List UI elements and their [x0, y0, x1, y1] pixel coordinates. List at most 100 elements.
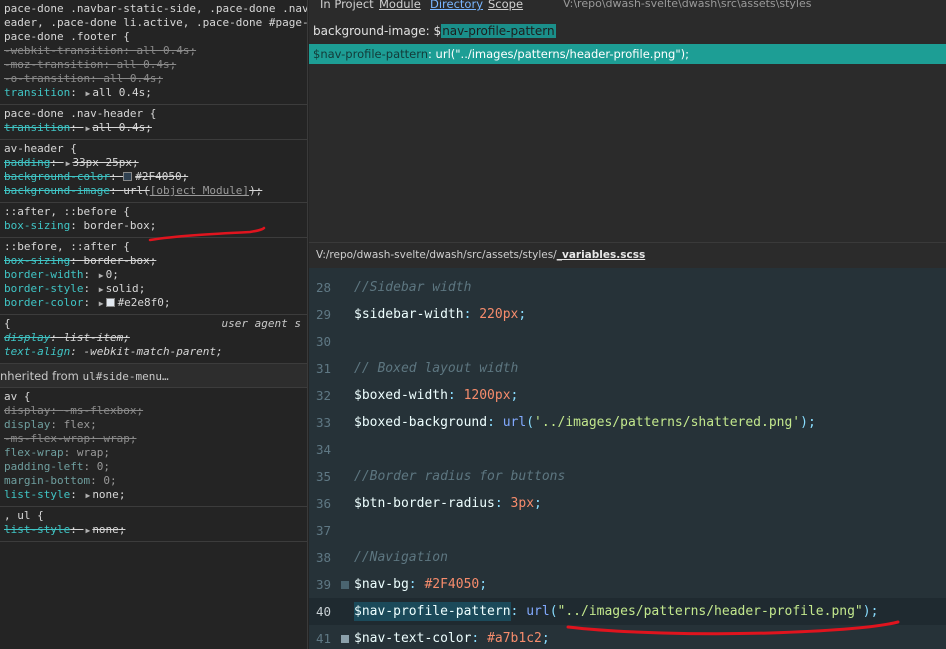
colon: :	[83, 460, 97, 473]
css-declaration[interactable]: list-style: ▶ none;	[0, 488, 307, 502]
code-line[interactable]: 32 $boxed-width: 1200px;	[309, 382, 946, 409]
search-result-row[interactable]: $nav-profile-pattern: url("../images/pat…	[309, 44, 946, 64]
code-editor[interactable]: 28 //Sidebar width 29 $sidebar-width: 220px…	[309, 268, 946, 649]
expand-arrow-icon[interactable]: ▶	[83, 124, 92, 133]
search-input[interactable]: background-image: $nav-profile-pattern	[313, 22, 556, 40]
property-name: list-style	[4, 488, 71, 501]
colon: :	[70, 523, 84, 536]
code-line[interactable]: 33 $boxed-background: url('../images/patt…	[309, 409, 946, 436]
css-declaration[interactable]: display: flex;	[0, 418, 307, 432]
property-value: wrap	[103, 432, 130, 445]
css-declaration[interactable]: text-align: -webkit-match-parent;	[0, 345, 307, 359]
code-token: $nav-text-color	[354, 631, 472, 646]
semicolon: ;	[112, 268, 119, 281]
rule-selector[interactable]: eader, .pace-done li.active, .pace-done …	[0, 16, 307, 30]
property-name: background-color	[4, 170, 110, 183]
rule-selector[interactable]: pace-done .footer {	[0, 30, 307, 44]
code-line[interactable]: 36 $btn-border-radius: 3px;	[309, 490, 946, 517]
code-line[interactable]: 41 $nav-text-color: #a7b1c2;	[309, 625, 946, 649]
colon: :	[83, 296, 97, 309]
property-name: display	[4, 418, 51, 431]
css-declaration[interactable]: -webkit-transition: all 0.4s;	[0, 44, 307, 58]
colon: :	[123, 44, 137, 57]
code-line[interactable]: 30	[309, 328, 946, 355]
css-declaration[interactable]: display: -ms-flexbox;	[0, 404, 307, 418]
semicolon: ;	[149, 219, 157, 232]
code-line[interactable]: 40 $nav-profile-pattern: url("../images/p…	[309, 598, 946, 625]
code-content: $boxed-background: url('../images/patter…	[354, 409, 816, 436]
css-rule: pace-done .navbar-static-side, .pace-don…	[0, 0, 307, 105]
expand-arrow-icon[interactable]: ▶	[83, 526, 92, 535]
rule-selector[interactable]: ::before, ::after {	[0, 240, 307, 254]
css-declaration[interactable]: box-sizing: border-box;	[0, 219, 307, 233]
color-preview-icon[interactable]	[341, 581, 349, 589]
rule-selector[interactable]: ::after, ::before {	[0, 205, 307, 219]
css-declaration[interactable]: transition: ▶ all 0.4s;	[0, 86, 307, 100]
code-line[interactable]: 34	[309, 436, 946, 463]
expand-arrow-icon[interactable]: ▶	[83, 491, 92, 500]
url-value-link[interactable]: [object Module]	[150, 184, 249, 197]
code-token: // Boxed layout width	[354, 361, 519, 376]
colon: :	[90, 474, 104, 487]
colon: :	[103, 58, 117, 71]
css-declaration[interactable]: -o-transition: all 0.4s;	[0, 72, 307, 86]
code-line[interactable]: 39 $nav-bg: #2F4050;	[309, 571, 946, 598]
tab-in-project[interactable]: In Project	[320, 0, 374, 11]
color-preview-icon[interactable]	[341, 635, 349, 643]
css-declaration[interactable]: -ms-flex-wrap: wrap;	[0, 432, 307, 446]
css-declaration[interactable]: border-color: ▶ #e2e8f0;	[0, 296, 307, 310]
tab-scope[interactable]: Scope	[488, 0, 523, 11]
code-line[interactable]: 31 // Boxed layout width	[309, 355, 946, 382]
colon: :	[83, 282, 97, 295]
css-declaration[interactable]: box-sizing: border-box;	[0, 254, 307, 268]
css-declaration[interactable]: display: list-item;	[0, 331, 307, 345]
color-swatch-icon[interactable]	[105, 298, 115, 307]
rule-selector[interactable]: av-header {	[0, 142, 307, 156]
code-token: $boxed-background	[354, 415, 488, 430]
css-declaration[interactable]: flex-wrap: wrap;	[0, 446, 307, 460]
color-swatch-icon[interactable]	[123, 172, 133, 181]
css-declaration[interactable]: border-style: ▶ solid;	[0, 282, 307, 296]
semicolon: ;	[136, 404, 144, 417]
tab-directory[interactable]: Directory	[430, 0, 483, 11]
rule-selector[interactable]: {user agent s	[0, 317, 307, 331]
code-token: :	[408, 577, 425, 592]
code-content: //Border radius for buttons	[354, 463, 565, 490]
semicolon: ;	[149, 254, 157, 267]
line-number: 41	[315, 631, 331, 646]
tab-module[interactable]: Module	[379, 0, 421, 11]
css-declaration[interactable]: padding: ▶ 33px 25px;	[0, 156, 307, 170]
code-line[interactable]: 38 //Navigation	[309, 544, 946, 571]
rule-selector[interactable]: av {	[0, 390, 307, 404]
rule-selector[interactable]: , ul {	[0, 509, 307, 523]
css-declaration[interactable]: list-style: ▶ none;	[0, 523, 307, 537]
css-declaration[interactable]: background-color: #2F4050;	[0, 170, 307, 184]
css-declaration[interactable]: margin-bottom: 0;	[0, 474, 307, 488]
css-declaration[interactable]: background-image: url([object Module]);	[0, 184, 307, 198]
expand-arrow-icon[interactable]: ▶	[97, 285, 106, 294]
rule-selector[interactable]: pace-done .navbar-static-side, .pace-don…	[0, 2, 307, 16]
css-declaration[interactable]: -moz-transition: all 0.4s;	[0, 58, 307, 72]
line-number: 35	[315, 469, 331, 484]
semicolon: ;	[145, 121, 152, 134]
file-name[interactable]: _variables.scss	[557, 249, 646, 261]
inherited-source-link[interactable]: ul#side-menu…	[83, 370, 169, 383]
code-line[interactable]: 37	[309, 517, 946, 544]
css-declaration[interactable]: transition: ▶ all 0.4s;	[0, 121, 307, 135]
expand-arrow-icon[interactable]: ▶	[83, 89, 92, 98]
property-value: all 0.4s	[92, 121, 146, 134]
css-declaration[interactable]: padding-left: 0;	[0, 460, 307, 474]
code-line[interactable]: 28 //Sidebar width	[309, 274, 946, 301]
css-rule: pace-done .nav-header {transition: ▶ all …	[0, 105, 307, 140]
expand-arrow-icon[interactable]: ▶	[97, 271, 106, 280]
css-declaration[interactable]: border-width: ▶ 0;	[0, 268, 307, 282]
expand-arrow-icon[interactable]: ▶	[97, 299, 106, 308]
inherited-label: nherited from	[0, 369, 83, 383]
code-line[interactable]: 29 $sidebar-width: 220px;	[309, 301, 946, 328]
code-line[interactable]: 35 //Border radius for buttons	[309, 463, 946, 490]
rule-selector[interactable]: pace-done .nav-header {	[0, 107, 307, 121]
colon: :	[50, 156, 64, 169]
selector-text: , ul {	[4, 509, 44, 522]
property-name: padding	[4, 156, 51, 169]
directory-path[interactable]: V:\repo\dwash-svelte\dwash\src\assets\st…	[563, 0, 811, 10]
